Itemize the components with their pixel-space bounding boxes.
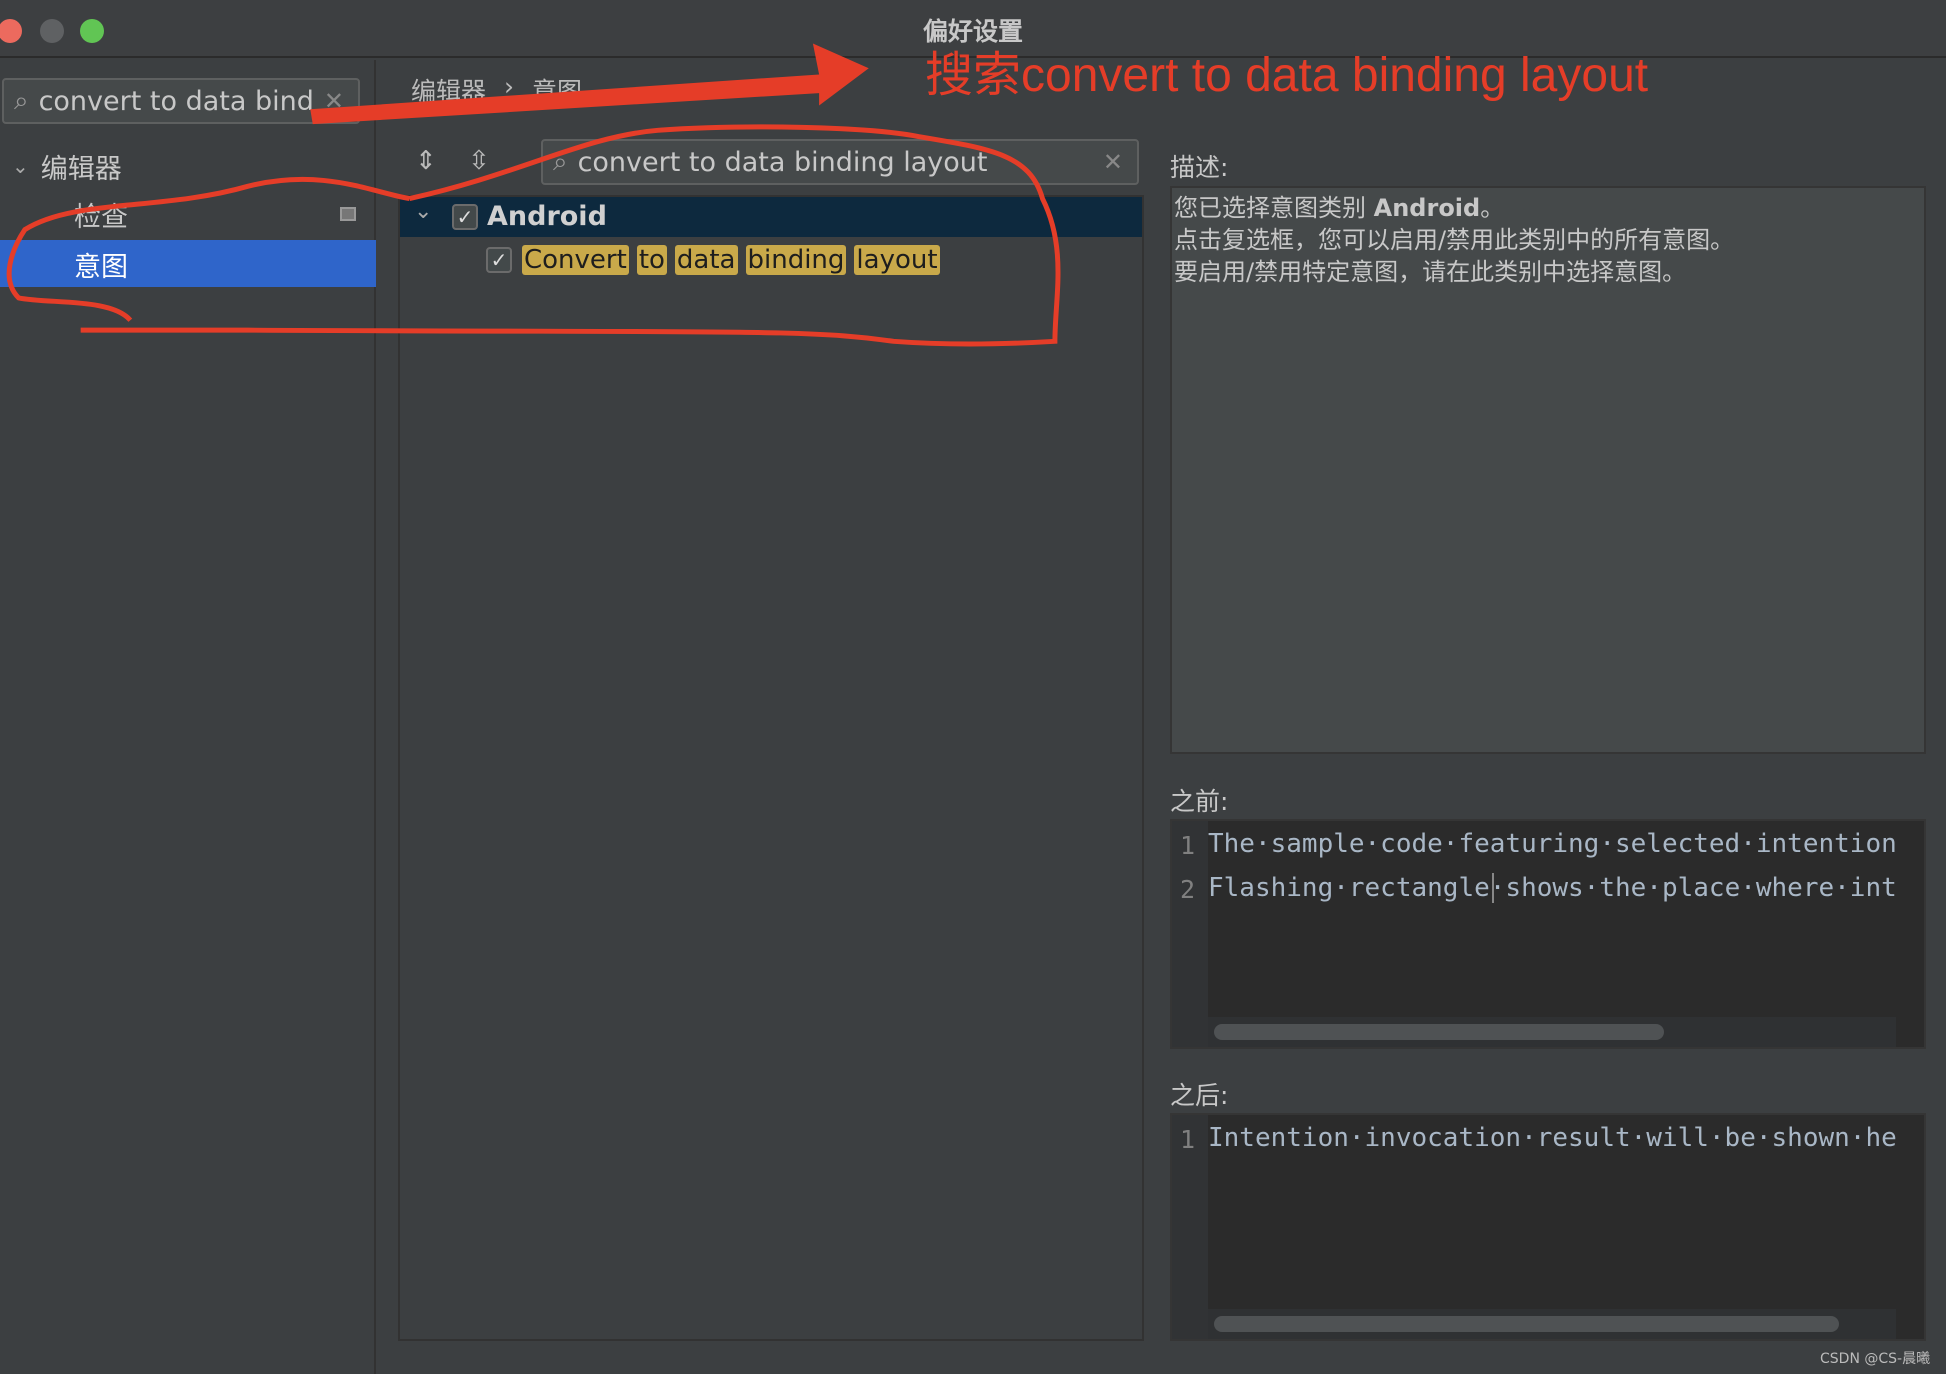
sidebar-item-intentions[interactable]: 意图 [0,240,376,287]
group-checkbox[interactable]: ✓ [452,204,478,230]
tree-item-convert-to-data-binding-layout[interactable]: ✓ Convert to data binding layout [486,245,948,275]
flashing-rectangle: Flashing·rectangle [1208,873,1494,903]
before-label: 之前: [1170,787,1229,816]
sidebar-search-input[interactable]: ⌕ convert to data bind ✕ [2,78,360,124]
sidebar-item-inspections[interactable]: 检查 [74,196,364,233]
highlight-word: to [636,245,667,275]
project-settings-icon [340,207,356,221]
breadcrumb-item[interactable]: 编辑器 [411,72,486,108]
desc-text: 要启用/禁用特定意图，请在此类别中选择意图。 [1174,258,1687,286]
collapse-all-icon[interactable]: ⇳ [468,146,490,176]
chevron-down-icon[interactable]: ⌄ [414,199,432,224]
sidebar-item-label: 意图 [74,252,128,283]
search-icon: ⌕ [14,85,29,116]
group-label: Android [487,201,607,232]
sidebar-item-editor[interactable]: ⌄ 编辑器 [12,148,122,185]
breadcrumb-item: 意图 [532,77,583,106]
horizontal-scrollbar[interactable] [1214,1316,1839,1332]
highlight-word: data [674,245,738,275]
highlight-word: layout [854,245,940,275]
intentions-search-input[interactable]: ⌕ convert to data binding layout ✕ [541,139,1139,185]
clear-icon[interactable]: ✕ [1103,148,1123,176]
expand-all-icon[interactable]: ⇕ [415,146,437,176]
item-label: Convert to data binding layout [522,245,948,275]
description-panel: 您已选择意图类别 Android。 点击复选框，您可以启用/禁用此类别中的所有意… [1170,186,1926,754]
desc-text: 点击复选框，您可以启用/禁用此类别中的所有意图。 [1174,226,1735,254]
after-code-preview: 1 Intention·invocation·result·will·be·sh… [1170,1113,1926,1341]
watermark: CSDN @CS-晨曦 [1820,1351,1931,1367]
code-line: ·shows·the·place·where·intention [1489,873,1898,903]
line-number: 1 [1180,1125,1196,1154]
code-line: The·sample·code·featuring·selected·inten… [1208,829,1897,859]
intentions-search-value: convert to data binding layout [577,146,988,178]
line-number: 2 [1180,875,1196,904]
horizontal-scrollbar[interactable] [1214,1024,1664,1040]
chevron-right-icon: › [504,72,515,101]
chevron-down-icon[interactable]: ⌄ [12,154,29,178]
search-icon: ⌕ [553,146,568,177]
desc-text: 。 [1480,194,1505,222]
code-line: Intention·invocation·result·will·be·show… [1208,1123,1898,1153]
highlight-word: binding [745,245,847,275]
after-label: 之后: [1170,1081,1229,1110]
highlight-word: Convert [522,245,629,275]
sidebar-item-label: 编辑器 [40,153,122,185]
before-code-preview: 1 The·sample·code·featuring·selected·int… [1170,819,1926,1049]
breadcrumb: 编辑器 › 意图 [411,72,582,108]
sidebar-search-value: convert to data bind [38,85,314,117]
desc-text: 您已选择意图类别 [1174,194,1374,222]
line-number: 1 [1180,831,1196,860]
annotation-text: 搜索convert to data binding layout [925,49,1649,102]
sidebar-item-label: 检查 [74,201,128,233]
tree-group-android[interactable]: ⌄ ✓ Android [400,197,1142,237]
intentions-tree [398,195,1144,1341]
clear-icon[interactable]: ✕ [324,87,344,115]
description-label: 描述: [1170,153,1229,182]
item-checkbox[interactable]: ✓ [486,247,512,273]
desc-bold: Android [1373,194,1481,222]
